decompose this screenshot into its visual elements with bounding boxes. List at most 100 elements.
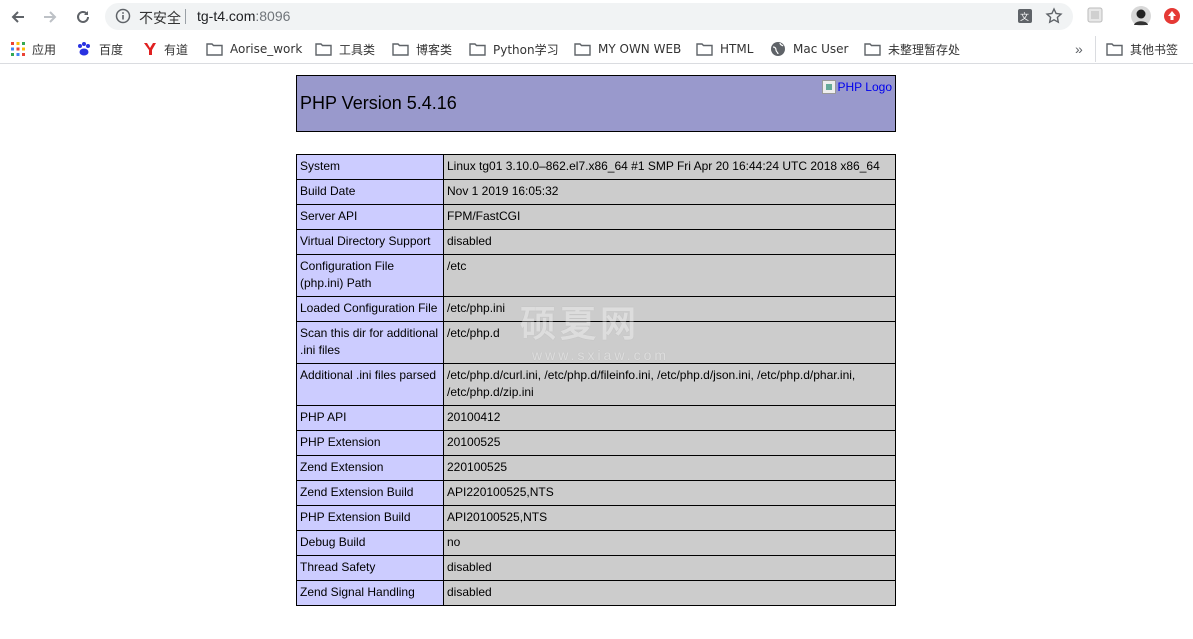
bookmark-folder-aorise-work[interactable]: Aorise_work — [206, 40, 302, 58]
php-logo-link[interactable]: PHP Logo — [821, 80, 893, 94]
globe-icon — [771, 42, 785, 56]
row-value: /etc/php.d — [443, 321, 896, 364]
row-key: PHP Extension — [296, 430, 444, 456]
bookmark-folder-my-own-web[interactable]: MY OWN WEB — [574, 40, 681, 58]
back-arrow-icon — [11, 11, 24, 23]
bookmark-label: 博客类 — [416, 42, 453, 57]
bookmark-label: 工具类 — [339, 42, 376, 57]
row-key: PHP API — [296, 405, 444, 431]
update-alert-icon[interactable] — [1163, 7, 1181, 25]
row-key: Thread Safety — [296, 555, 444, 581]
reload-icon — [77, 10, 89, 23]
row-key: Build Date — [296, 179, 444, 205]
bookmark-mac-user[interactable]: Mac User — [770, 40, 848, 58]
info-icon[interactable] — [115, 8, 131, 24]
table-row: Zend Extension 220100525 — [296, 455, 896, 481]
table-row: Virtual Directory Support disabled — [296, 229, 896, 255]
url-text[interactable]: tg-t4.com:8096 — [197, 8, 290, 24]
row-key: Scan this dir for additional .ini files — [296, 321, 444, 364]
youdao-icon — [144, 43, 156, 55]
phpinfo-table: System Linux tg01 3.10.0–862.el7.x86_64 #… — [296, 154, 896, 606]
back-button[interactable] — [6, 5, 30, 29]
row-value: no — [443, 530, 896, 556]
bookmark-folder-tools[interactable]: 工具类 — [315, 40, 375, 58]
folder-icon — [469, 43, 486, 56]
row-key: Virtual Directory Support — [296, 229, 444, 255]
bookmark-label: 其他书签 — [1130, 42, 1179, 57]
row-key: Zend Extension — [296, 455, 444, 481]
chevron-double-right-icon: » — [1075, 41, 1083, 57]
row-value: /etc — [443, 254, 896, 297]
table-row: Zend Extension Build API220100525,NTS — [296, 480, 896, 506]
svg-text:文: 文 — [1020, 11, 1029, 23]
folder-icon — [574, 43, 591, 56]
row-key: System — [296, 154, 444, 180]
row-value: /etc/php.ini — [443, 296, 896, 322]
bookmark-folder-unsorted[interactable]: 未整理暂存处 — [864, 40, 960, 58]
row-value: API20100525,NTS — [443, 505, 896, 531]
table-row: Thread Safety disabled — [296, 555, 896, 581]
bookmark-label: 百度 — [99, 42, 124, 57]
row-key: Zend Signal Handling — [296, 580, 444, 606]
address-bar[interactable]: 不安全 tg-t4.com:8096 文 — [105, 3, 1073, 30]
row-value: 20100525 — [443, 430, 896, 456]
row-value: /etc/php.d/curl.ini, /etc/php.d/fileinfo… — [443, 363, 896, 406]
row-value: 20100412 — [443, 405, 896, 431]
folder-icon — [206, 43, 223, 56]
profile-avatar-icon[interactable] — [1131, 6, 1151, 26]
other-bookmarks-folder[interactable]: 其他书签 — [1095, 36, 1178, 62]
table-row: PHP API 20100412 — [296, 405, 896, 431]
folder-icon — [392, 43, 409, 56]
row-value: disabled — [443, 229, 896, 255]
extension-icon[interactable] — [1087, 7, 1103, 23]
forward-button[interactable] — [38, 5, 62, 29]
security-label[interactable]: 不安全 — [139, 8, 181, 28]
baidu-paw-icon — [78, 42, 90, 56]
table-row: Loaded Configuration File/etc/php.ini — [296, 296, 896, 322]
row-value: Nov 1 2019 16:05:32 — [443, 179, 896, 205]
folder-icon — [315, 43, 332, 56]
bookmark-label: Python学习 — [493, 42, 559, 57]
table-row: Debug Build no — [296, 530, 896, 556]
row-value: Linux tg01 3.10.0–862.el7.x86_64 #1 SMP … — [443, 154, 896, 180]
table-row: Zend Signal Handling disabled — [296, 580, 896, 606]
bookmarks-bar: 应用 百度 有道 Aorise_work 工具类 博客类 Python学习 MY… — [0, 33, 1193, 64]
row-value: FPM/FastCGI — [443, 204, 896, 230]
bookmark-youdao[interactable]: 有道 — [143, 40, 188, 58]
php-logo-alt: PHP Logo — [837, 80, 893, 94]
folder-icon — [864, 43, 881, 56]
table-row: PHP Extension 20100525 — [296, 430, 896, 456]
page-content: PHP Version 5.4.16 PHP Logo System Linux … — [0, 65, 1193, 639]
bookmark-star-icon[interactable] — [1045, 7, 1063, 25]
bookmark-apps[interactable]: 应用 — [11, 40, 56, 58]
row-key: Loaded Configuration File — [296, 296, 444, 322]
broken-image-icon — [821, 80, 836, 94]
bookmark-folder-blogs[interactable]: 博客类 — [392, 40, 452, 58]
row-key: Zend Extension Build — [296, 480, 444, 506]
bookmark-baidu[interactable]: 百度 — [76, 40, 123, 58]
translate-icon[interactable]: 文 — [1017, 8, 1033, 24]
apps-grid-icon — [11, 42, 25, 56]
table-row: Additional .ini files parsed/etc/php.d/c… — [296, 363, 896, 406]
bookmark-label: Aorise_work — [230, 42, 303, 56]
bookmark-folder-html[interactable]: HTML — [696, 40, 753, 58]
omnibox-separator — [185, 9, 186, 24]
row-value: API220100525,NTS — [443, 480, 896, 506]
bookmark-label: 有道 — [164, 42, 189, 57]
reload-button[interactable] — [71, 5, 95, 29]
bookmark-label: 应用 — [32, 42, 57, 57]
row-key: Additional .ini files parsed — [296, 363, 444, 406]
bookmarks-overflow-button[interactable]: » — [1075, 40, 1083, 58]
row-value: 220100525 — [443, 455, 896, 481]
bookmark-folder-python[interactable]: Python学习 — [469, 40, 559, 58]
row-value: disabled — [443, 580, 896, 606]
row-key: PHP Extension Build — [296, 505, 444, 531]
row-value: disabled — [443, 555, 896, 581]
table-row: Scan this dir for additional .ini files /… — [296, 321, 896, 364]
page-title: PHP Version 5.4.16 — [300, 93, 457, 113]
bookmark-label: 未整理暂存处 — [888, 42, 961, 57]
folder-icon — [1106, 43, 1123, 56]
row-key: Server API — [296, 204, 444, 230]
table-row: Build Date Nov 1 2019 16:05:32 — [296, 179, 896, 205]
phpinfo-table-body: System Linux tg01 3.10.0–862.el7.x86_64 #… — [296, 154, 896, 606]
